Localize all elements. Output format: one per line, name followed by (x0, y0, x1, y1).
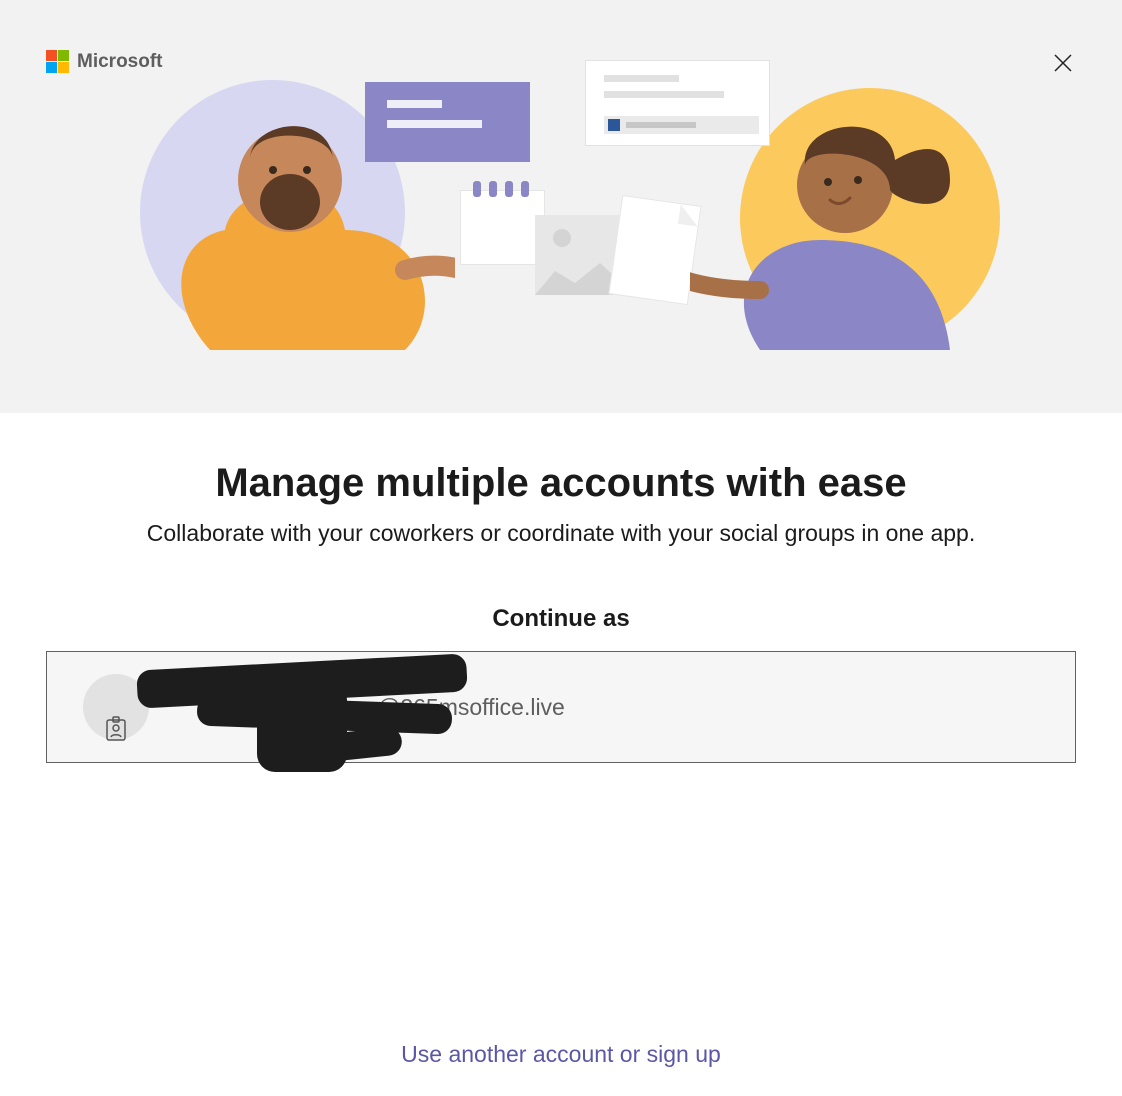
id-badge-icon (105, 716, 127, 742)
use-another-account-link[interactable]: Use another account or sign up (0, 1041, 1122, 1068)
person-left-illustration (155, 90, 455, 350)
hero-banner: Microsoft (0, 0, 1122, 413)
calendar-icon (460, 190, 545, 265)
person-right-illustration (690, 90, 1010, 350)
continue-as-label: Continue as (0, 605, 1122, 633)
redaction-mark (257, 682, 347, 772)
close-icon (1052, 52, 1074, 74)
account-card[interactable]: @365msoffice.live (46, 651, 1076, 763)
microsoft-logo-icon (46, 50, 69, 73)
close-button[interactable] (1046, 46, 1080, 80)
page-title: Manage multiple accounts with ease (0, 461, 1122, 506)
document-icon (608, 195, 701, 305)
hero-illustration (140, 60, 1000, 360)
content: Manage multiple accounts with ease Colla… (0, 413, 1122, 763)
page-subtitle: Collaborate with your coworkers or coord… (0, 520, 1122, 547)
